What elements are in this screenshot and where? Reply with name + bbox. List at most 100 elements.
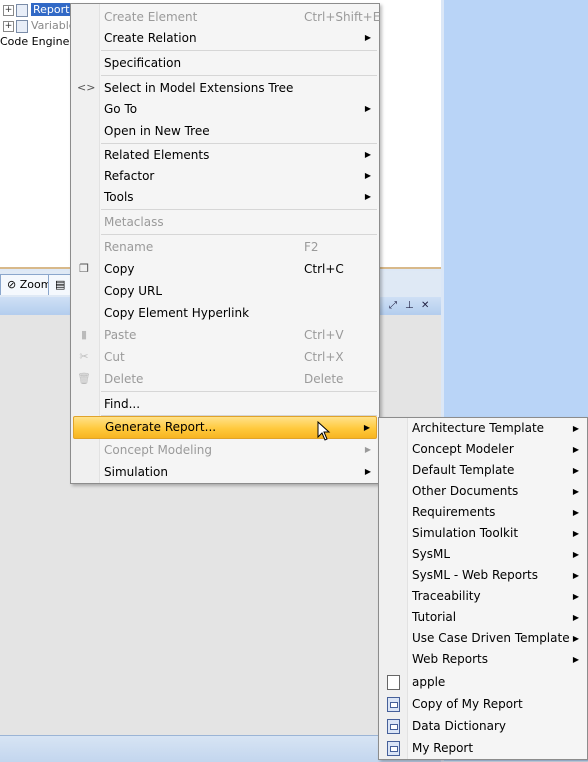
menu-label: Select in Model Extensions Tree: [104, 81, 294, 95]
close-icon[interactable]: ✕: [421, 300, 429, 311]
expand-icon[interactable]: +: [3, 20, 14, 32]
status-bar: [0, 735, 441, 762]
mouse-cursor-icon: [317, 421, 331, 441]
submenu-item-sysml[interactable]: SysML ▶: [379, 544, 587, 565]
submenu-item-architecture-template[interactable]: Architecture Template ▶: [379, 418, 587, 439]
menu-item-cut[interactable]: ✂ Cut Ctrl+X: [71, 346, 379, 368]
submenu-item-traceability[interactable]: Traceability ▶: [379, 586, 587, 607]
submenu-item-web-reports[interactable]: Web Reports ▶: [379, 649, 587, 670]
submenu-item-my-report[interactable]: My Report: [379, 737, 587, 759]
menu-item-simulation[interactable]: Simulation ▶: [71, 461, 379, 483]
menu-label: Copy: [104, 262, 135, 276]
submenu-arrow-icon: ▶: [572, 571, 579, 580]
generate-report-submenu: Architecture Template ▶ Concept Modeler ▶ …: [378, 417, 588, 760]
menu-label: Specification: [104, 56, 182, 70]
submenu-arrow-icon: ▶: [363, 423, 370, 432]
menu-label: Traceability: [412, 589, 481, 603]
menu-label: apple: [412, 675, 446, 689]
pin-icon[interactable]: ⊥: [405, 300, 414, 311]
scissors-icon: ✂: [79, 350, 89, 363]
menu-separator: [101, 50, 377, 51]
tree-row[interactable]: + Variable: [0, 18, 76, 34]
submenu-arrow-icon: ▶: [364, 104, 371, 113]
menu-shortcut: Ctrl+X: [304, 350, 344, 364]
report-icon: [16, 3, 28, 17]
menu-item-tools[interactable]: Tools ▶: [71, 186, 379, 208]
submenu-arrow-icon: ▶: [572, 613, 579, 622]
submenu-item-sysml-web-reports[interactable]: SysML - Web Reports ▶: [379, 565, 587, 586]
menu-label: Use Case Driven Template: [412, 631, 570, 645]
menu-item-rename[interactable]: Rename F2: [71, 236, 379, 258]
menu-label: SysML - Web Reports: [412, 568, 538, 582]
submenu-arrow-icon: ▶: [364, 467, 371, 476]
menu-shortcut: Ctrl+V: [304, 328, 344, 342]
menu-label: Create Element: [104, 10, 198, 24]
zoom-icon: ⊘: [7, 278, 17, 291]
menu-label: Refactor: [104, 169, 155, 183]
submenu-arrow-icon: ▶: [572, 655, 579, 664]
tree-label[interactable]: Report: [31, 3, 72, 16]
menu-item-concept-modeling[interactable]: Concept Modeling ▶: [71, 439, 379, 461]
menu-item-copy-url[interactable]: Copy URL: [71, 280, 379, 302]
expand-icon[interactable]: +: [3, 4, 14, 16]
menu-label: SysML: [412, 547, 451, 561]
submenu-item-tutorial[interactable]: Tutorial ▶: [379, 607, 587, 628]
menu-label: Metaclass: [104, 215, 164, 229]
submenu-item-copy-of-my-report[interactable]: Copy of My Report: [379, 693, 587, 715]
menu-item-go-to[interactable]: Go To ▶: [71, 98, 379, 120]
menu-label: Web Reports: [412, 652, 489, 666]
menu-item-generate-report[interactable]: Generate Report... ▶: [73, 416, 377, 439]
tree-row[interactable]: + Report: [0, 2, 72, 18]
submenu-arrow-icon: ▶: [572, 550, 579, 559]
menu-item-select-in-tree[interactable]: <> Select in Model Extensions Tree: [71, 77, 379, 99]
menu-item-copy-element-hyperlink[interactable]: Copy Element Hyperlink: [71, 302, 379, 324]
menu-label: Data Dictionary: [412, 719, 507, 733]
paste-icon: ▮: [80, 328, 88, 341]
submenu-arrow-icon: ▶: [572, 424, 579, 433]
menu-label: Open in New Tree: [104, 124, 210, 138]
submenu-item-other-documents[interactable]: Other Documents ▶: [379, 481, 587, 502]
menu-item-find[interactable]: Find...: [71, 393, 379, 415]
submenu-item-simulation-toolkit[interactable]: Simulation Toolkit ▶: [379, 523, 587, 544]
menu-label: Related Elements: [104, 148, 210, 162]
tree-label[interactable]: Code Engineer: [0, 35, 81, 48]
menu-item-specification[interactable]: Specification: [71, 52, 379, 74]
menu-label: Default Template: [412, 463, 515, 477]
submenu-item-data-dictionary[interactable]: Data Dictionary: [379, 715, 587, 737]
tree-row[interactable]: Code Engineer: [0, 34, 81, 50]
report-template-icon: [387, 741, 400, 756]
menu-label: Tools: [104, 190, 134, 204]
menu-item-create-element[interactable]: Create Element Ctrl+Shift+E: [71, 6, 380, 28]
menu-shortcut: Delete: [304, 372, 344, 386]
menu-label: Go To: [104, 102, 138, 116]
submenu-item-use-case-driven-template[interactable]: Use Case Driven Template ▶: [379, 628, 587, 649]
submenu-arrow-icon: ▶: [572, 466, 579, 475]
submenu-arrow-icon: ▶: [364, 150, 371, 159]
variable-icon: [16, 19, 28, 33]
submenu-arrow-icon: ▶: [364, 171, 371, 180]
menu-item-metaclass[interactable]: Metaclass: [71, 211, 379, 233]
tree-label[interactable]: Variable: [31, 19, 76, 32]
copy-icon: ❐: [79, 262, 89, 275]
menu-item-refactor[interactable]: Refactor ▶: [71, 165, 379, 187]
submenu-item-apple[interactable]: apple: [379, 671, 587, 693]
tab-label: Zoom: [19, 278, 52, 291]
submenu-item-default-template[interactable]: Default Template ▶: [379, 460, 587, 481]
menu-item-open-in-new-tree[interactable]: Open in New Tree: [71, 120, 379, 142]
menu-label: Cut: [104, 350, 125, 364]
submenu-item-requirements[interactable]: Requirements ▶: [379, 502, 587, 523]
menu-label: Simulation: [104, 465, 168, 479]
menu-label: Simulation Toolkit: [412, 526, 519, 540]
restore-icon[interactable]: ⤢: [389, 300, 397, 311]
menu-item-related-elements[interactable]: Related Elements ▶: [71, 144, 379, 166]
menu-separator: [101, 75, 377, 76]
submenu-item-concept-modeler[interactable]: Concept Modeler ▶: [379, 439, 587, 460]
menu-separator: [101, 234, 377, 235]
menu-label: Find...: [104, 397, 141, 411]
menu-item-create-relation[interactable]: Create Relation ▶: [71, 27, 379, 49]
menu-item-paste[interactable]: ▮ Paste Ctrl+V: [71, 324, 379, 346]
menu-label: Copy URL: [104, 284, 163, 298]
menu-item-copy[interactable]: ❐ Copy Ctrl+C: [71, 258, 379, 280]
context-menu: Create Element Ctrl+Shift+E Create Relat…: [70, 3, 380, 484]
menu-item-delete[interactable]: 🗑 Delete Delete: [71, 368, 379, 390]
